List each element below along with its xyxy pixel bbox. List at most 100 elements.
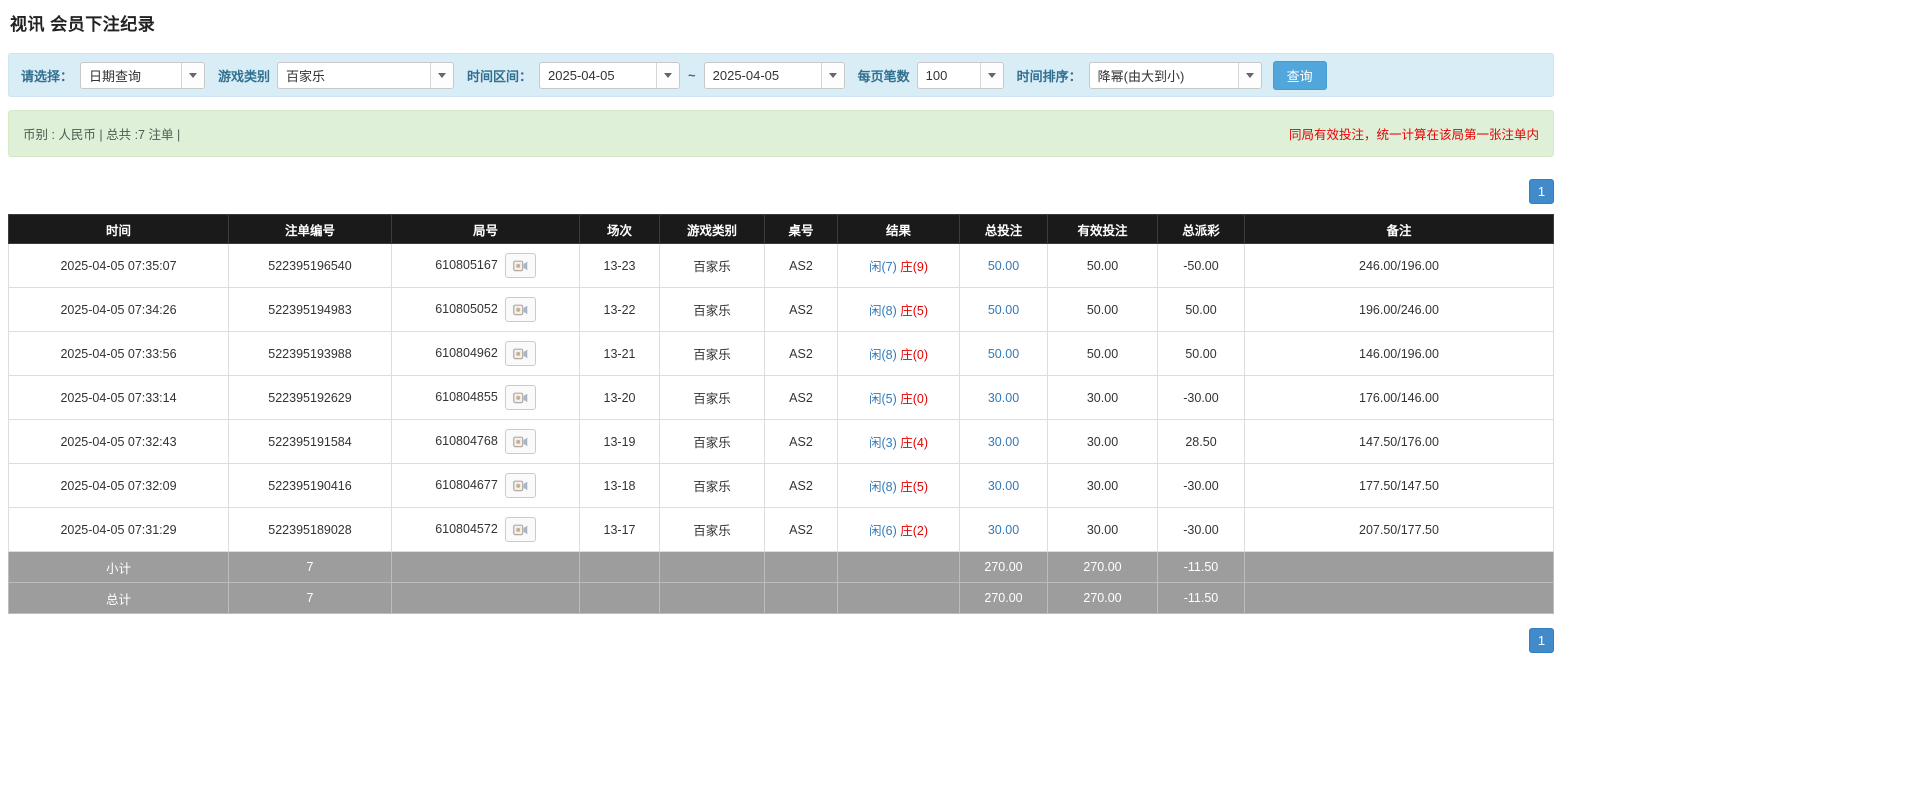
total-bet-link[interactable]: 30.00 — [988, 435, 1019, 449]
date-to-dropdown-button[interactable] — [820, 62, 844, 88]
game-type-dropdown-button[interactable] — [430, 62, 454, 88]
remark-cell: 146.00/196.00 — [1244, 331, 1554, 376]
range-separator: ~ — [688, 67, 696, 83]
total-bet-cell: 30.00 — [959, 375, 1048, 420]
result-banker: 庄(0) — [900, 392, 929, 406]
round-id: 610804768 — [435, 433, 498, 448]
bet-id-cell: 522395194983 — [228, 287, 392, 332]
game-type-cell: 百家乐 — [659, 463, 765, 508]
date-from-select[interactable]: 2025-04-05 — [539, 61, 681, 89]
query-type-select[interactable]: 日期查询 — [80, 61, 206, 89]
result-cell: 闲(6) 庄(2) — [837, 507, 960, 552]
result-player: 闲(5) — [868, 392, 897, 406]
time-sort-select[interactable]: 降幂(由大到小) — [1088, 61, 1262, 89]
replay-button[interactable] — [504, 473, 536, 498]
bet-id-cell: 522395193988 — [228, 331, 392, 376]
game-type-cell: 百家乐 — [659, 507, 765, 552]
table-no-cell: AS2 — [764, 287, 838, 332]
bet-id-cell: 522395196540 — [228, 243, 392, 288]
header-round-id: 局号 — [391, 214, 580, 244]
total-bet-cell: 30.00 — [959, 463, 1048, 508]
table-no-cell: AS2 — [764, 375, 838, 420]
chevron-down-icon — [987, 72, 996, 78]
replay-button[interactable] — [504, 297, 536, 322]
query-type-dropdown-button[interactable] — [181, 62, 205, 88]
date-to-value: 2025-04-05 — [712, 67, 780, 83]
total-bet-cell: 30.00 — [959, 419, 1048, 464]
replay-button[interactable] — [504, 253, 536, 278]
payout-cell: 50.00 — [1157, 331, 1245, 376]
round-cell: 610804768 — [391, 419, 580, 464]
session-cell: 13-20 — [579, 375, 660, 420]
table-no-cell: AS2 — [764, 507, 838, 552]
time-sort-dropdown-button[interactable] — [1237, 62, 1261, 88]
table-row: 2025-04-05 07:35:07 522395196540 610805167… — [8, 243, 1554, 288]
header-table-no: 桌号 — [764, 214, 838, 244]
valid-bet-cell: 50.00 — [1047, 243, 1158, 288]
replay-button[interactable] — [504, 517, 536, 542]
total-bet-link[interactable]: 50.00 — [988, 303, 1019, 317]
page-size-dropdown-button[interactable] — [979, 62, 1003, 88]
session-cell: 13-23 — [579, 243, 660, 288]
total-row: 总计 7 270.00 270.00 -11.50 — [8, 582, 1554, 614]
bet-id-cell: 522395189028 — [228, 507, 392, 552]
chevron-down-icon — [664, 72, 673, 78]
game-type-cell: 百家乐 — [659, 375, 765, 420]
summary-currency-count: 币别 : 人民币 | 总共 :7 注单 | — [23, 128, 181, 142]
result-banker: 庄(9) — [900, 260, 929, 274]
result-player: 闲(6) — [868, 524, 897, 538]
game-type-select[interactable]: 百家乐 — [277, 61, 455, 89]
date-to-select[interactable]: 2025-04-05 — [703, 61, 845, 89]
header-bet-id: 注单编号 — [228, 214, 392, 244]
total-bet-cell: 50.00 — [959, 331, 1048, 376]
time-cell: 2025-04-05 07:31:29 — [8, 507, 229, 552]
replay-icon — [512, 524, 528, 535]
page-1-button[interactable]: 1 — [1529, 179, 1554, 204]
time-sort-value: 降幂(由大到小) — [1097, 68, 1185, 84]
payout-cell: -50.00 — [1157, 243, 1245, 288]
result-cell: 闲(8) 庄(5) — [837, 463, 960, 508]
remark-cell: 207.50/177.50 — [1244, 507, 1554, 552]
valid-bet-cell: 30.00 — [1047, 463, 1158, 508]
remark-cell: 147.50/176.00 — [1244, 419, 1554, 464]
page: 视讯 会员下注纪录 请选择： 日期查询 游戏类别 百家乐 时间区间： 2025-… — [8, 0, 1554, 693]
total-bet-link[interactable]: 50.00 — [988, 259, 1019, 273]
table-no-cell: AS2 — [764, 331, 838, 376]
total-bet-link[interactable]: 30.00 — [988, 479, 1019, 493]
page-1-button[interactable]: 1 — [1529, 628, 1554, 653]
subtotal-count: 7 — [228, 551, 392, 583]
header-total-bet: 总投注 — [959, 214, 1048, 244]
header-session: 场次 — [579, 214, 660, 244]
replay-button[interactable] — [504, 385, 536, 410]
replay-button[interactable] — [504, 429, 536, 454]
date-from-dropdown-button[interactable] — [656, 62, 680, 88]
round-cell: 610805167 — [391, 243, 580, 288]
bet-id-cell: 522395190416 — [228, 463, 392, 508]
header-game-type: 游戏类别 — [659, 214, 765, 244]
total-bet-link[interactable]: 50.00 — [988, 347, 1019, 361]
pagination-bottom: 1 — [8, 628, 1554, 653]
chevron-down-icon — [828, 72, 837, 78]
valid-bet-cell: 50.00 — [1047, 287, 1158, 332]
replay-icon — [512, 348, 528, 359]
subtotal-payout: -11.50 — [1157, 551, 1245, 583]
time-cell: 2025-04-05 07:34:26 — [8, 287, 229, 332]
search-button[interactable]: 查询 — [1272, 60, 1327, 90]
header-valid-bet: 有效投注 — [1047, 214, 1158, 244]
session-cell: 13-19 — [579, 419, 660, 464]
time-cell: 2025-04-05 07:33:56 — [8, 331, 229, 376]
replay-icon — [512, 436, 528, 447]
header-payout: 总派彩 — [1157, 214, 1245, 244]
valid-bet-cell: 30.00 — [1047, 419, 1158, 464]
table-header-row: 时间 注单编号 局号 场次 游戏类别 桌号 结果 总投注 有效投注 总派彩 备注 — [8, 214, 1554, 244]
payout-cell: 28.50 — [1157, 419, 1245, 464]
total-bet-cell: 30.00 — [959, 507, 1048, 552]
page-size-select[interactable]: 100 — [916, 61, 1004, 89]
result-player: 闲(7) — [868, 260, 897, 274]
replay-button[interactable] — [504, 341, 536, 366]
total-bet-link[interactable]: 30.00 — [988, 523, 1019, 537]
time-range-label: 时间区间： — [467, 68, 533, 84]
time-cell: 2025-04-05 07:33:14 — [8, 375, 229, 420]
result-cell: 闲(8) 庄(5) — [837, 287, 960, 332]
total-bet-link[interactable]: 30.00 — [988, 391, 1019, 405]
